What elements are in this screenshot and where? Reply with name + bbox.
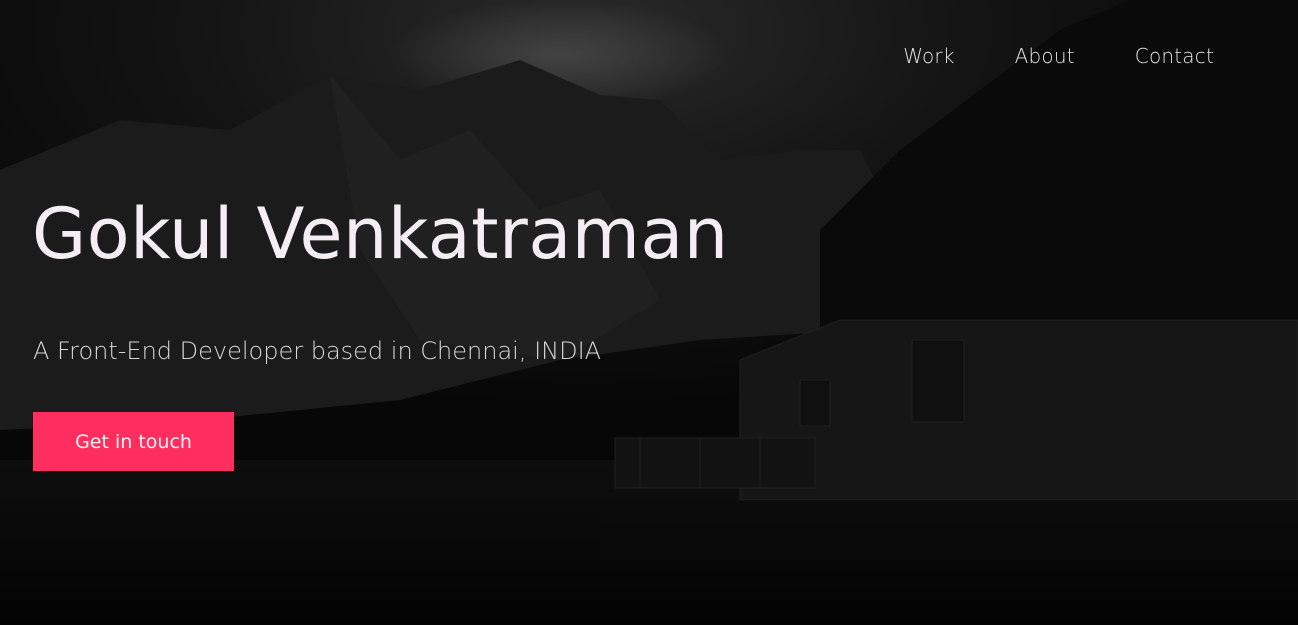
nav-link-contact[interactable]: Contact bbox=[1135, 44, 1214, 68]
get-in-touch-button[interactable]: Get in touch bbox=[33, 412, 234, 471]
nav-link-work[interactable]: Work bbox=[903, 44, 954, 68]
background-landscape-image bbox=[0, 0, 1298, 625]
main-navigation: Work About Contact bbox=[903, 44, 1214, 68]
hero-section: Work About Contact Gokul Venkatraman A F… bbox=[0, 0, 1298, 625]
hero-subtitle: A Front-End Developer based in Chennai, … bbox=[33, 337, 602, 365]
nav-link-about[interactable]: About bbox=[1015, 44, 1075, 68]
hero-title: Gokul Venkatraman bbox=[32, 193, 729, 275]
